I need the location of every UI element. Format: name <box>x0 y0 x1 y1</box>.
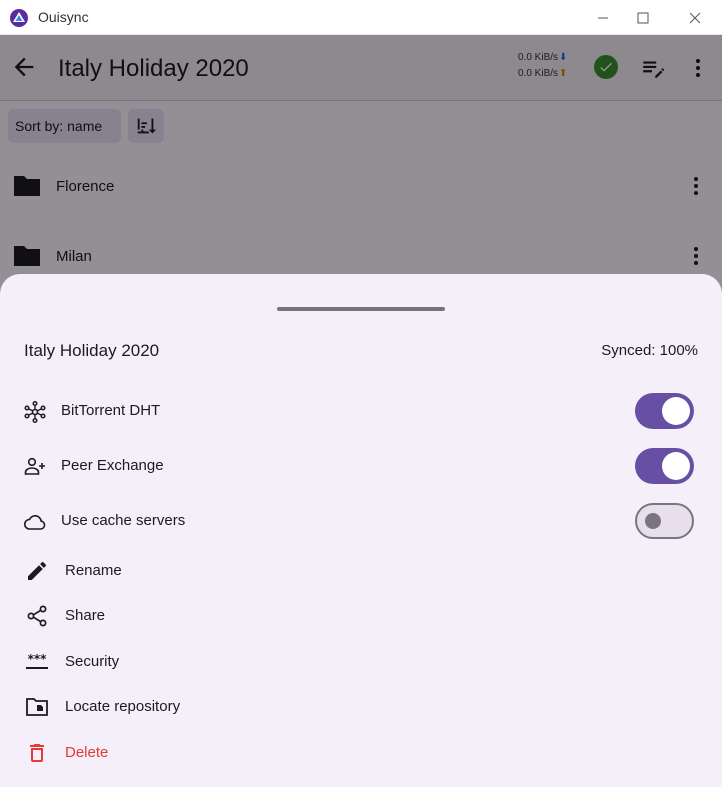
rename-label: Rename <box>65 562 122 579</box>
maximize-button[interactable] <box>620 0 666 35</box>
minimize-icon <box>598 17 608 18</box>
ouisync-logo-icon <box>10 9 28 27</box>
close-icon <box>689 12 701 23</box>
peer-exchange-switch[interactable] <box>635 448 694 484</box>
drag-handle[interactable] <box>277 307 445 311</box>
trash-icon <box>30 744 44 762</box>
hub-icon <box>24 400 46 424</box>
cache-servers-switch[interactable] <box>635 503 694 539</box>
locate-repository-label: Locate repository <box>65 698 181 715</box>
bittorrent-dht-row[interactable]: BitTorrent DHT <box>0 390 722 434</box>
close-button[interactable] <box>672 0 718 35</box>
peer-exchange-row[interactable]: Peer Exchange <box>0 445 722 489</box>
rename-action[interactable]: Rename <box>0 551 722 591</box>
security-label: Security <box>65 653 120 670</box>
delete-label: Delete <box>65 744 109 761</box>
switch-knob <box>645 513 661 529</box>
share-action[interactable]: Share <box>0 596 722 636</box>
folder-locate-icon <box>26 698 48 716</box>
cache-servers-label: Use cache servers <box>61 512 186 529</box>
share-label: Share <box>65 607 106 624</box>
locate-repository-action[interactable]: Locate repository <box>0 687 722 727</box>
cache-servers-row[interactable]: Use cache servers <box>0 500 722 544</box>
delete-action[interactable]: Delete <box>0 733 722 773</box>
maximize-icon <box>637 12 649 23</box>
pencil-icon <box>28 561 46 580</box>
password-icon: *** <box>26 652 48 669</box>
window-title-bar: Ouisync <box>0 0 722 35</box>
sheet-title: Italy Holiday 2020 <box>24 341 160 360</box>
sync-progress: Synced: 100% <box>601 342 698 359</box>
peer-exchange-label: Peer Exchange <box>61 457 164 474</box>
cloud-icon <box>24 515 46 530</box>
window-title: Ouisync <box>38 9 89 25</box>
repository-settings-sheet: Italy Holiday 2020 Synced: 100% BitTorre… <box>0 274 722 787</box>
svg-text:***: *** <box>28 652 48 666</box>
share-icon <box>27 605 47 627</box>
switch-knob <box>662 397 690 425</box>
bittorrent-dht-label: BitTorrent DHT <box>61 402 161 419</box>
bittorrent-dht-switch[interactable] <box>635 393 694 429</box>
security-action[interactable]: *** Security <box>0 642 722 682</box>
group-add-icon <box>24 457 45 475</box>
switch-knob <box>662 452 690 480</box>
